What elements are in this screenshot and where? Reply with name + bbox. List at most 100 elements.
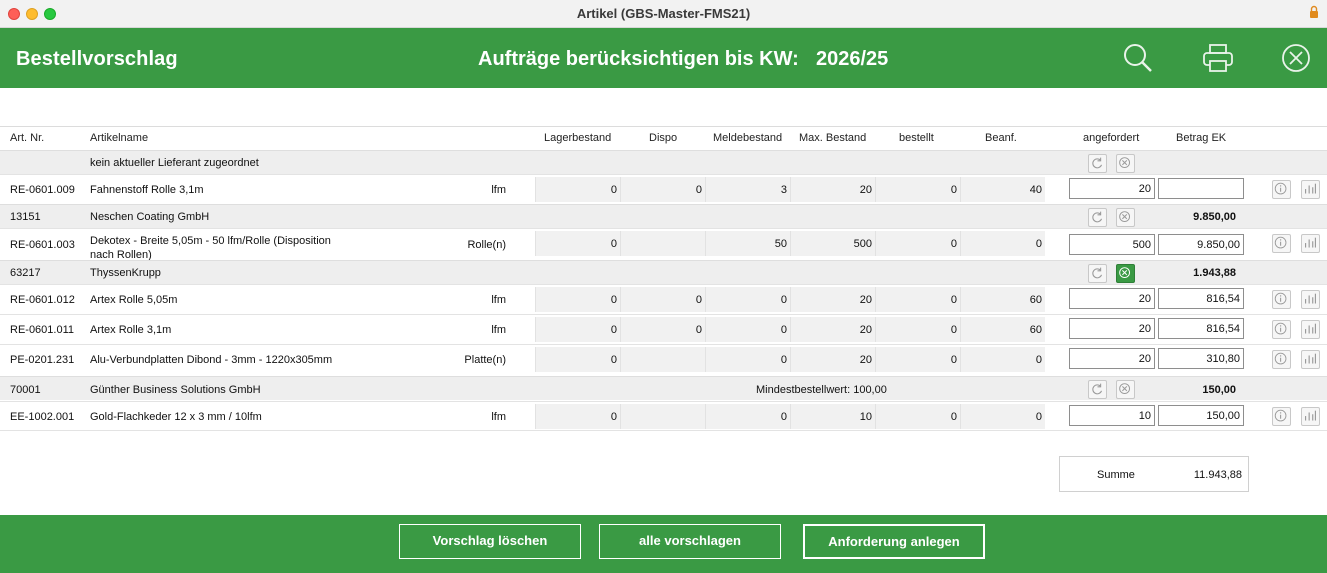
chart-icon[interactable] [1301,320,1320,339]
close-circle-icon[interactable] [1280,42,1312,74]
max-bestand-value: 20 [859,294,872,306]
unit: lfm [491,324,506,336]
beanf-value: 60 [1029,294,1042,306]
col-max-bestand[interactable]: Max. Bestand [799,132,866,144]
chart-icon[interactable] [1301,180,1320,199]
delete-suggestion-button[interactable]: Vorschlag löschen [399,524,581,559]
clear-icon[interactable] [1116,154,1135,173]
clear-icon[interactable] [1116,264,1135,283]
betrag-ek-input[interactable]: 310,80 [1158,348,1244,369]
meldebestand-value: 0 [780,294,787,306]
supplier-total: 9.850,00 [1193,211,1236,223]
print-icon[interactable] [1202,42,1234,74]
chart-icon[interactable] [1301,407,1320,426]
col-lagerbestand[interactable]: Lagerbestand [544,132,611,144]
supplier-group-row: kein aktueller Lieferant zugeordnet [0,150,1327,174]
supplier-nr: 63217 [10,267,41,279]
meldebestand-value: 50 [774,238,787,250]
supplier-total: 150,00 [1202,384,1236,396]
sum-value: 11.943,88 [1193,469,1242,481]
refresh-icon[interactable] [1088,154,1107,173]
calendar-week-value[interactable]: 2026/25 [816,48,888,71]
col-art-nr[interactable]: Art. Nr. [10,132,44,144]
beanf-value: 40 [1029,184,1042,196]
lagerbestand-value: 0 [610,238,617,250]
article-name: Artex Rolle 3,1m [90,324,172,336]
max-bestand-value: 10 [859,411,872,423]
lagerbestand-value: 0 [610,184,617,196]
max-bestand-value: 20 [859,184,872,196]
article-name: Dekotex - Breite 5,05m - 50 lfm/Rolle (D… [90,235,331,247]
clear-icon[interactable] [1116,208,1135,227]
col-betrag-ek[interactable]: Betrag EK [1176,132,1226,144]
art-nr: EE-1002.001 [10,411,75,423]
suggest-all-button[interactable]: alle vorschlagen [599,524,781,559]
unit: lfm [491,411,506,423]
col-angefordert[interactable]: angefordert [1083,132,1139,144]
supplier-group-row: 13151 Neschen Coating GmbH 9.850,00 [0,204,1327,228]
angefordert-input[interactable]: 10 [1069,405,1155,426]
col-beanf[interactable]: Beanf. [985,132,1017,144]
max-bestand-value: 500 [853,238,872,250]
chart-icon[interactable] [1301,290,1320,309]
col-artikelname[interactable]: Artikelname [90,132,148,144]
create-request-button[interactable]: Anforderung anlegen [803,524,985,559]
article-name-line2: nach Rollen) [90,249,152,260]
max-bestand-value: 20 [859,324,872,336]
info-icon[interactable] [1272,320,1291,339]
max-bestand-value: 20 [859,354,872,366]
chart-icon[interactable] [1301,234,1320,253]
meldebestand-value: 0 [780,354,787,366]
info-icon[interactable] [1272,234,1291,253]
col-dispo[interactable]: Dispo [649,132,677,144]
supplier-nr: 13151 [10,211,41,223]
sum-panel: Summe 11.943,88 [1059,456,1249,492]
table-row[interactable]: RE-0601.012 Artex Rolle 5,05m lfm 0 0 0 … [0,284,1327,314]
lagerbestand-value: 0 [610,411,617,423]
table-row[interactable]: EE-1002.001 Gold-Flachkeder 12 x 3 mm / … [0,401,1327,431]
col-meldebestand[interactable]: Meldebestand [713,132,782,144]
art-nr: RE-0601.012 [10,294,75,306]
angefordert-input[interactable]: 20 [1069,288,1155,309]
supplier-nr: 70001 [10,384,41,396]
clear-icon[interactable] [1116,380,1135,399]
refresh-icon[interactable] [1088,208,1107,227]
info-icon[interactable] [1272,290,1291,309]
dispo-value: 0 [695,184,702,196]
table-row[interactable]: RE-0601.011 Artex Rolle 3,1m lfm 0 0 0 2… [0,314,1327,344]
min-order-value: Mindestbestellwert: 100,00 [756,384,887,396]
betrag-ek-input[interactable] [1158,178,1244,199]
chart-icon[interactable] [1301,350,1320,369]
info-icon[interactable] [1272,350,1291,369]
col-bestellt[interactable]: bestellt [899,132,934,144]
refresh-icon[interactable] [1088,380,1107,399]
info-icon[interactable] [1272,180,1291,199]
angefordert-input[interactable]: 20 [1069,348,1155,369]
angefordert-input[interactable]: 20 [1069,318,1155,339]
betrag-ek-input[interactable]: 816,54 [1158,288,1244,309]
lagerbestand-value: 0 [610,354,617,366]
angefordert-input[interactable]: 500 [1069,234,1155,255]
info-icon[interactable] [1272,407,1291,426]
bestellt-value: 0 [950,354,957,366]
supplier-name: Günther Business Solutions GmbH [90,384,261,396]
art-nr: RE-0601.003 [10,239,75,251]
page-title: Bestellvorschlag [16,48,178,70]
supplier-name: Neschen Coating GmbH [90,211,210,223]
bestellt-value: 0 [950,411,957,423]
article-name: Alu-Verbundplatten Dibond - 3mm - 1220x3… [90,354,333,366]
meldebestand-value: 3 [780,184,787,196]
art-nr: RE-0601.011 [10,324,75,336]
search-icon[interactable] [1122,42,1154,74]
table-row[interactable]: RE-0601.009 Fahnenstoff Rolle 3,1m lfm 0… [0,174,1327,204]
window-title: Artikel (GBS-Master-FMS21) [576,6,751,21]
table-row[interactable]: PE-0201.231 Alu-Verbundplatten Dibond - … [0,344,1327,374]
bestellt-value: 0 [950,238,957,250]
betrag-ek-input[interactable]: 9.850,00 [1158,234,1244,255]
angefordert-input[interactable]: 20 [1069,178,1155,199]
window-titlebar: Artikel (GBS-Master-FMS21) [0,0,1327,28]
refresh-icon[interactable] [1088,264,1107,283]
table-row[interactable]: RE-0601.003 Dekotex - Breite 5,05m - 50 … [0,228,1327,260]
betrag-ek-input[interactable]: 816,54 [1158,318,1244,339]
betrag-ek-input[interactable]: 150,00 [1158,405,1244,426]
